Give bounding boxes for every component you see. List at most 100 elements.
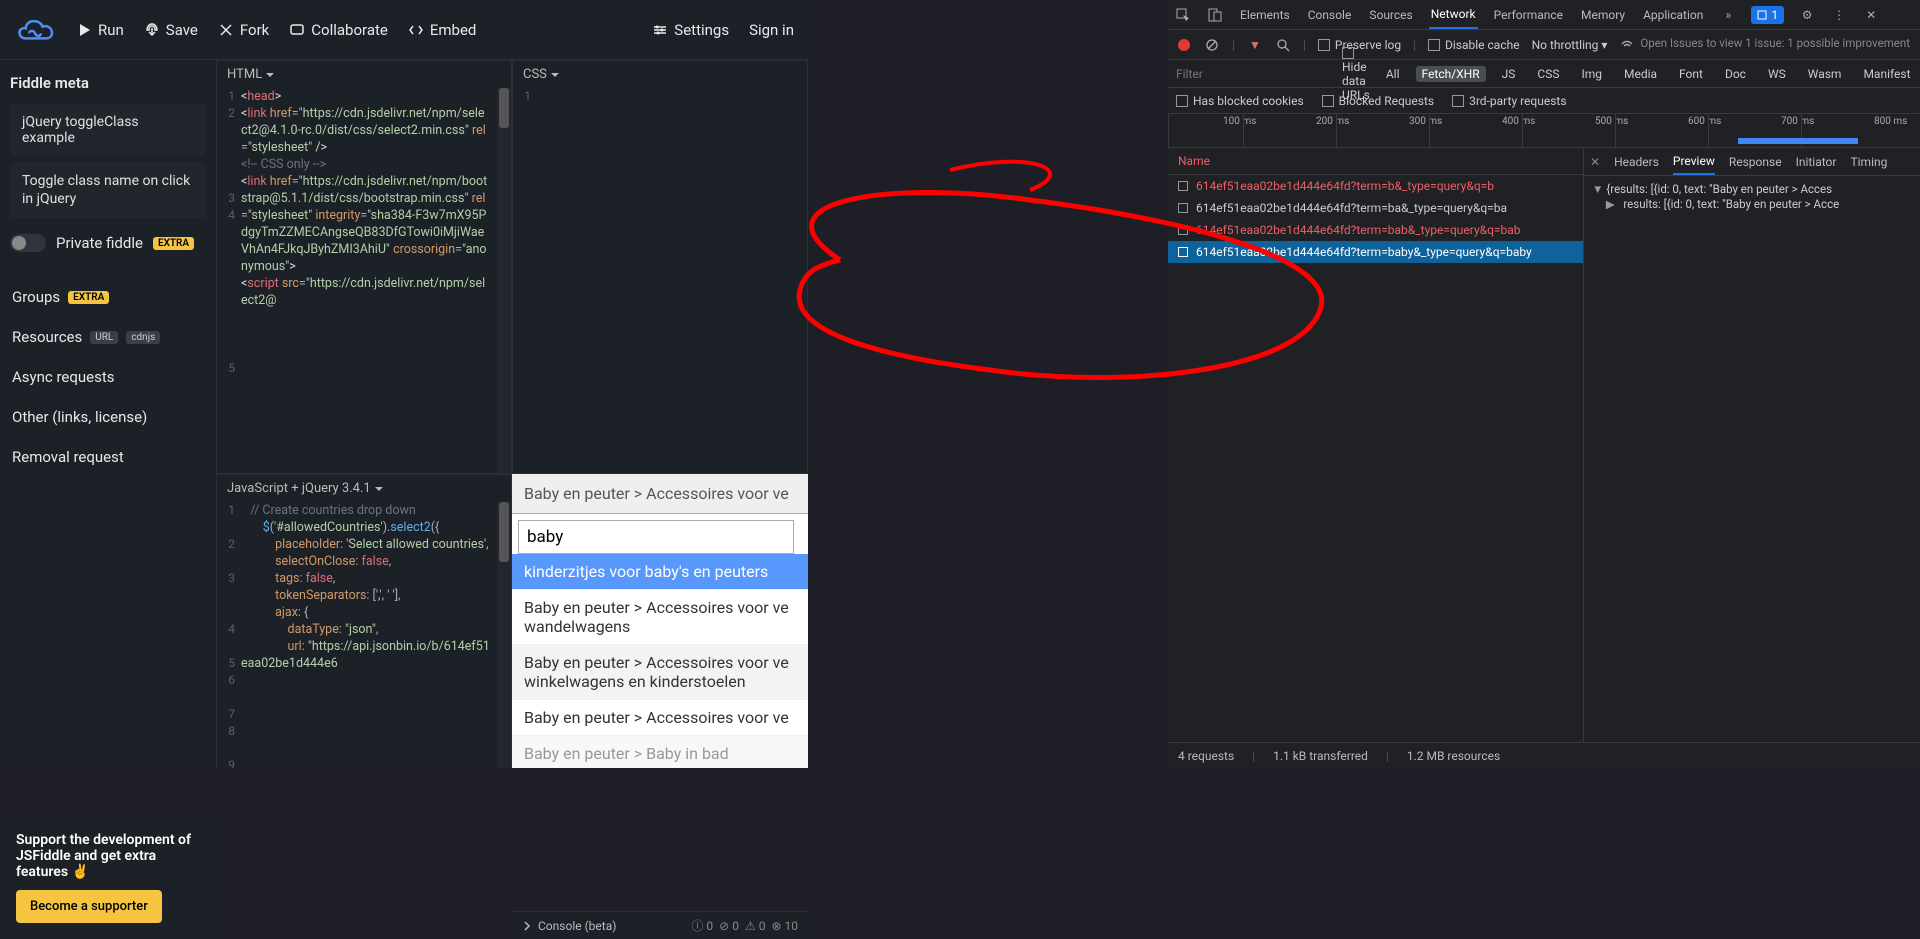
close-icon[interactable]: ✕ xyxy=(1862,6,1880,24)
select2-option[interactable]: Baby en peuter > Accessoires voor ve xyxy=(512,700,808,736)
console-strip[interactable]: Console (beta) ⓘ 0 ⊘ 0 ⚠ 0 ⊗ 10 xyxy=(512,911,808,939)
name-column-header[interactable]: Name xyxy=(1168,148,1583,175)
sidebar-item-groups[interactable]: GroupsEXTRA xyxy=(10,280,206,314)
ptab-preview[interactable]: Preview xyxy=(1673,148,1715,175)
ptab-timing[interactable]: Timing xyxy=(1850,148,1887,175)
html-scrollbar[interactable] xyxy=(497,88,511,473)
gear-icon[interactable]: ⚙ xyxy=(1798,6,1816,24)
js-pane: JavaScript + jQuery 3.4.1 123456789 // C… xyxy=(216,474,512,768)
third-party-checkbox[interactable]: 3rd-party requests xyxy=(1452,94,1566,108)
supporter-text: Support the development of JSFiddle and … xyxy=(16,832,200,880)
run-button[interactable]: Run xyxy=(76,21,124,39)
tab-console[interactable]: Console xyxy=(1306,0,1354,29)
sidebar-item-removal[interactable]: Removal request xyxy=(10,440,206,474)
sidebar: Fiddle meta jQuery toggleClass example T… xyxy=(0,60,216,768)
select2-option[interactable]: Baby en peuter > Baby in bad xyxy=(512,736,808,768)
type-ws[interactable]: WS xyxy=(1762,66,1792,82)
type-media[interactable]: Media xyxy=(1618,66,1663,82)
preview-body[interactable]: ▼{results: [{id: 0, text: "Baby en peute… xyxy=(1584,176,1920,218)
kebab-icon[interactable]: ⋮ xyxy=(1830,6,1848,24)
extra-badge: EXTRA xyxy=(153,237,194,250)
type-css[interactable]: CSS xyxy=(1531,66,1565,82)
settings-button[interactable]: Settings xyxy=(652,21,729,39)
console-label: Console (beta) xyxy=(538,919,616,933)
clear-icon[interactable] xyxy=(1204,37,1220,53)
private-toggle[interactable] xyxy=(10,234,46,252)
select2-results: kinderzitjes voor baby's en peuters Baby… xyxy=(512,554,808,768)
inspect-icon[interactable] xyxy=(1174,6,1192,24)
type-doc[interactable]: Doc xyxy=(1719,66,1752,82)
record-icon[interactable] xyxy=(1176,37,1192,53)
js-pane-header[interactable]: JavaScript + jQuery 3.4.1 xyxy=(217,475,511,502)
fiddle-meta-heading: Fiddle meta xyxy=(10,74,206,92)
throttling-select[interactable]: No throttling ▾ xyxy=(1532,38,1608,52)
fork-button[interactable]: Fork xyxy=(218,21,269,39)
more-tabs-icon[interactable]: » xyxy=(1719,6,1737,24)
html-code[interactable]: <head> <link href="https://cdn.jsdelivr.… xyxy=(241,88,497,473)
ptab-initiator[interactable]: Initiator xyxy=(1796,148,1837,175)
type-manifest[interactable]: Manifest xyxy=(1857,66,1916,82)
disable-cache-checkbox[interactable]: Disable cache xyxy=(1428,38,1520,52)
type-font[interactable]: Font xyxy=(1673,66,1709,82)
console-log-count: ⊘ 0 xyxy=(719,919,739,933)
tab-elements[interactable]: Elements xyxy=(1238,0,1292,29)
fiddle-desc-input[interactable]: Toggle class name on click in jQuery xyxy=(10,162,206,218)
css-code[interactable] xyxy=(537,88,807,473)
issues-button[interactable]: 1 xyxy=(1751,6,1784,24)
blocked-requests-checkbox[interactable]: Blocked Requests xyxy=(1322,94,1434,108)
save-button[interactable]: Save xyxy=(144,21,198,39)
device-icon[interactable] xyxy=(1206,6,1224,24)
tab-performance[interactable]: Performance xyxy=(1492,0,1565,29)
signin-button[interactable]: Sign in xyxy=(749,21,794,39)
css-pane-header[interactable]: CSS xyxy=(513,61,807,88)
network-timeline[interactable]: 100 ms 200 ms 300 ms 400 ms 500 ms 600 m… xyxy=(1168,114,1920,148)
wifi-icon[interactable] xyxy=(1619,37,1635,53)
request-row[interactable]: 614ef51eaa02be1d444e64fd?term=b&_type=qu… xyxy=(1168,175,1583,197)
type-fetch-xhr[interactable]: Fetch/XHR xyxy=(1416,66,1486,82)
tab-memory[interactable]: Memory xyxy=(1579,0,1627,29)
console-error-count: ⊗ 10 xyxy=(771,919,798,933)
css-gutter: 1 xyxy=(513,88,537,473)
close-detail-icon[interactable]: ✕ xyxy=(1590,155,1600,169)
fiddle-title-input[interactable]: jQuery toggleClass example xyxy=(10,104,206,156)
filter-input[interactable] xyxy=(1176,67,1332,81)
type-img[interactable]: Img xyxy=(1575,66,1608,82)
html-pane-header[interactable]: HTML xyxy=(217,61,511,88)
request-row[interactable]: 614ef51eaa02be1d444e64fd?term=bab&_type=… xyxy=(1168,219,1583,241)
network-filter-row3: Has blocked cookies Blocked Requests 3rd… xyxy=(1168,88,1920,114)
supporter-button[interactable]: Become a supporter xyxy=(16,890,162,923)
request-row[interactable]: 614ef51eaa02be1d444e64fd?term=baby&_type… xyxy=(1168,241,1583,263)
select2-search[interactable] xyxy=(518,520,794,554)
tab-sources[interactable]: Sources xyxy=(1367,0,1414,29)
sidebar-item-resources[interactable]: ResourcesURLcdnjs xyxy=(10,320,206,354)
type-js[interactable]: JS xyxy=(1496,66,1522,82)
select2-option[interactable]: Baby en peuter > Accessoires voor ve wan… xyxy=(512,590,808,645)
sidebar-item-async[interactable]: Async requests xyxy=(10,360,206,394)
private-label: Private fiddle xyxy=(56,234,143,252)
collaborate-button[interactable]: Collaborate xyxy=(289,21,388,39)
jsfiddle-logo xyxy=(14,14,56,46)
type-wasm[interactable]: Wasm xyxy=(1802,66,1848,82)
status-transferred: 1.1 kB transferred xyxy=(1273,749,1368,763)
search-icon[interactable] xyxy=(1275,37,1291,53)
select2-selection[interactable]: Baby en peuter > Accessoires voor ve xyxy=(512,474,808,514)
filter-icon[interactable]: ▼ xyxy=(1247,37,1263,53)
status-resources: 1.2 MB resources xyxy=(1407,749,1500,763)
blocked-cookies-checkbox[interactable]: Has blocked cookies xyxy=(1176,94,1304,108)
devtools-tabs: Elements Console Sources Network Perform… xyxy=(1168,0,1920,30)
status-requests: 4 requests xyxy=(1178,749,1234,763)
type-all[interactable]: All xyxy=(1380,66,1406,82)
request-row[interactable]: 614ef51eaa02be1d444e64fd?term=ba&_type=q… xyxy=(1168,197,1583,219)
tab-network[interactable]: Network xyxy=(1429,0,1478,29)
js-scrollbar[interactable] xyxy=(497,502,511,768)
ptab-response[interactable]: Response xyxy=(1729,148,1782,175)
js-code[interactable]: // Create countries drop down $('#allowe… xyxy=(241,502,497,768)
chevron-right-icon xyxy=(522,921,532,931)
html-gutter: 12345 xyxy=(217,88,241,473)
select2-option[interactable]: kinderzitjes voor baby's en peuters xyxy=(512,554,808,590)
tab-application[interactable]: Application xyxy=(1641,0,1705,29)
sidebar-item-other[interactable]: Other (links, license) xyxy=(10,400,206,434)
embed-button[interactable]: Embed xyxy=(408,21,477,39)
ptab-headers[interactable]: Headers xyxy=(1614,148,1659,175)
select2-option[interactable]: Baby en peuter > Accessoires voor ve win… xyxy=(512,645,808,700)
